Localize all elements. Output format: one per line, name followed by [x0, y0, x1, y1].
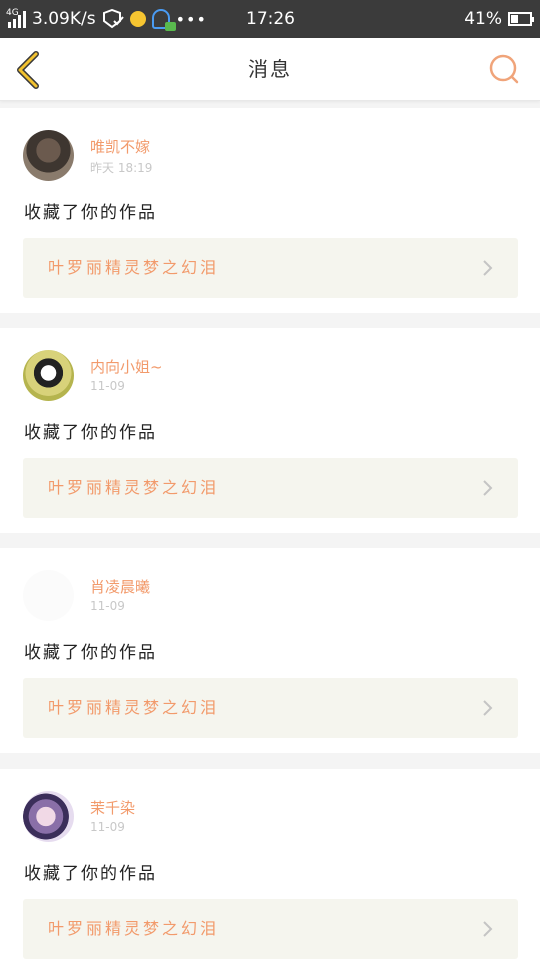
message-text: 收藏了你的作品 [24, 643, 157, 663]
work-title: 叶罗丽精灵梦之幻泪 [48, 258, 220, 277]
status-bar: 4G 3.09K/s ••• 17:26 41% [0, 0, 540, 38]
message-time: 昨天 18:19 [90, 161, 153, 175]
work-link[interactable]: 叶罗丽精灵梦之幻泪 [23, 238, 518, 298]
status-right: 41% [464, 0, 534, 38]
avatar[interactable] [23, 130, 74, 181]
message-item: 唯凯不嫁 昨天 18:19 收藏了你的作品 叶罗丽精灵梦之幻泪 [0, 108, 540, 313]
chevron-left-icon [17, 51, 39, 89]
search-icon [489, 54, 519, 84]
message-item: 肖凌晨曦 11-09 收藏了你的作品 叶罗丽精灵梦之幻泪 [0, 548, 540, 753]
signal-icon: 4G [6, 8, 26, 28]
network-speed: 3.09K/s [32, 9, 96, 29]
message-time: 11-09 [90, 820, 125, 834]
back-button[interactable] [12, 50, 48, 90]
status-left: 4G 3.09K/s ••• [6, 0, 207, 38]
work-link[interactable]: 叶罗丽精灵梦之幻泪 [23, 899, 518, 959]
avatar[interactable] [23, 791, 74, 842]
message-text: 收藏了你的作品 [24, 864, 157, 884]
chevron-right-icon [483, 921, 493, 937]
message-item: 茉千染 11-09 收藏了你的作品 叶罗丽精灵梦之幻泪 [0, 769, 540, 974]
chevron-right-icon [483, 480, 493, 496]
username[interactable]: 唯凯不嫁 [90, 136, 150, 157]
network-type: 4G [6, 8, 19, 18]
work-title: 叶罗丽精灵梦之幻泪 [48, 698, 220, 717]
username[interactable]: 内向小姐~ [90, 356, 163, 377]
chevron-right-icon [483, 260, 493, 276]
battery-percent: 41% [464, 9, 502, 29]
message-item: 内向小姐~ 11-09 收藏了你的作品 叶罗丽精灵梦之幻泪 [0, 328, 540, 533]
work-link[interactable]: 叶罗丽精灵梦之幻泪 [23, 458, 518, 518]
avatar[interactable] [23, 350, 74, 401]
username[interactable]: 茉千染 [90, 797, 135, 818]
message-time: 11-09 [90, 379, 125, 393]
clock: 17:26 [246, 9, 295, 29]
work-link[interactable]: 叶罗丽精灵梦之幻泪 [23, 678, 518, 738]
wechat-notify-icon [102, 9, 124, 29]
message-time: 11-09 [90, 599, 125, 613]
message-text: 收藏了你的作品 [24, 203, 157, 223]
work-title: 叶罗丽精灵梦之幻泪 [48, 478, 220, 497]
username[interactable]: 肖凌晨曦 [90, 576, 150, 597]
avatar[interactable] [23, 570, 74, 621]
more-notifications-icon: ••• [175, 9, 207, 29]
app-header: 消息 [0, 38, 540, 101]
work-title: 叶罗丽精灵梦之幻泪 [48, 919, 220, 938]
page-title: 消息 [248, 57, 292, 81]
message-notify-icon [151, 9, 176, 31]
battery-icon [508, 12, 534, 26]
app-notify-icon [129, 11, 146, 27]
message-text: 收藏了你的作品 [24, 423, 157, 443]
search-button[interactable] [488, 53, 520, 85]
chevron-right-icon [483, 700, 493, 716]
